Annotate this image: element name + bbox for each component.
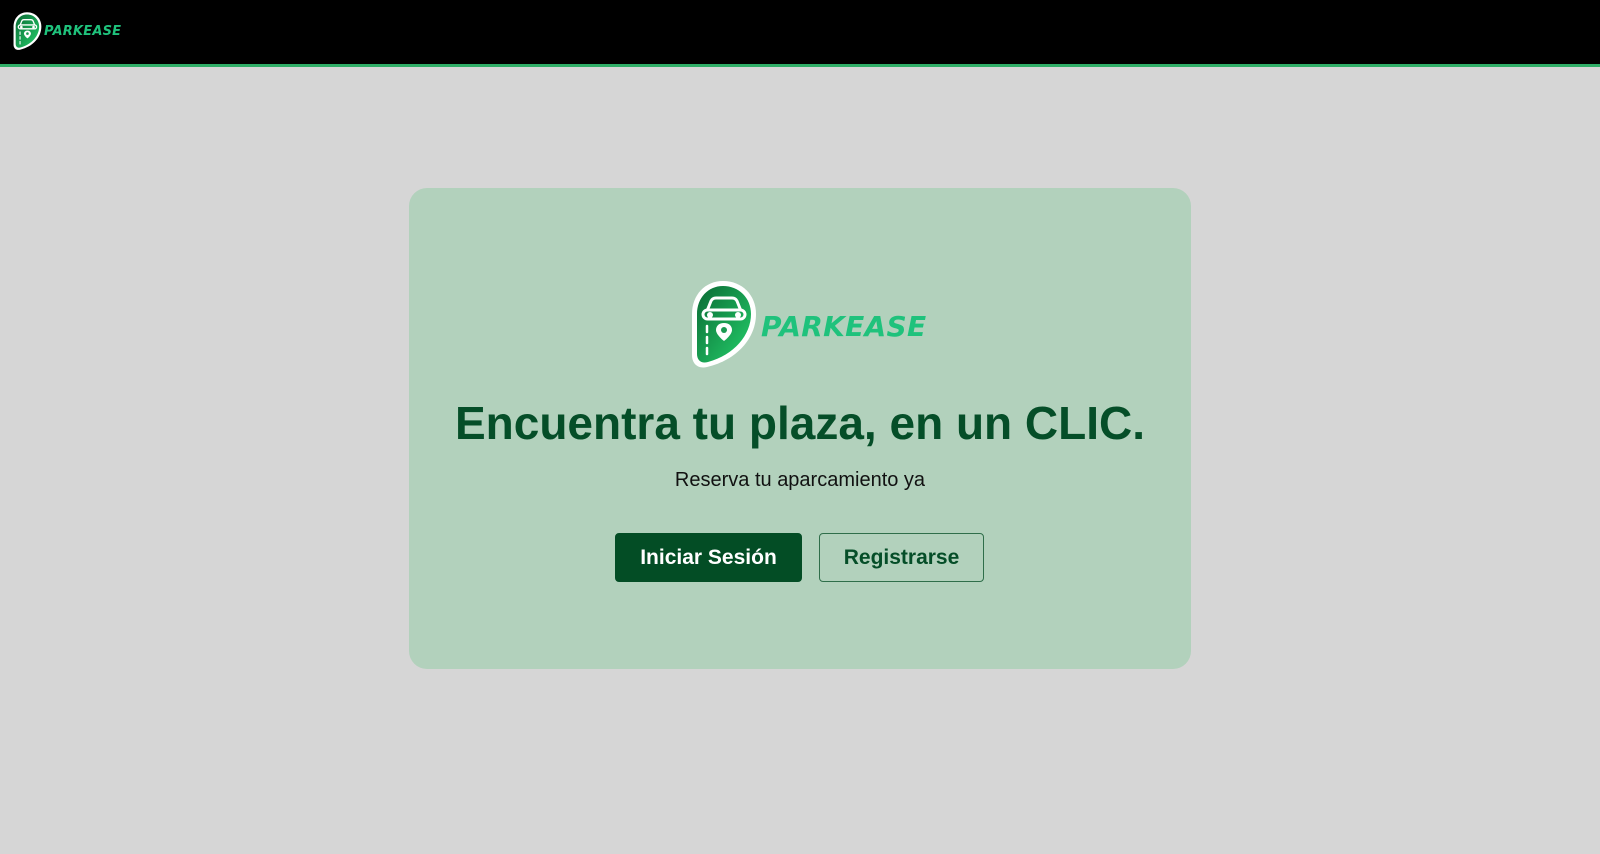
login-button[interactable]: Iniciar Sesión bbox=[615, 533, 802, 582]
parking-pin-car-icon bbox=[11, 11, 43, 51]
card-logo: PARKEASE bbox=[687, 278, 926, 370]
parking-pin-car-icon bbox=[687, 278, 759, 370]
welcome-card: PARKEASE Encuentra tu plaza, en un CLIC.… bbox=[409, 188, 1191, 669]
register-button[interactable]: Registrarse bbox=[819, 533, 984, 582]
top-navbar: PARKEASE bbox=[0, 0, 1600, 67]
navbar-brand-name: PARKEASE bbox=[44, 23, 122, 39]
navbar-logo-link[interactable]: PARKEASE bbox=[11, 10, 121, 52]
card-brand-name: PARKEASE bbox=[761, 309, 927, 343]
auth-actions: Iniciar Sesión Registrarse bbox=[615, 533, 984, 582]
hero-subtitle: Reserva tu aparcamiento ya bbox=[674, 469, 926, 491]
hero-headline: Encuentra tu plaza, en un CLIC. bbox=[454, 397, 1146, 449]
